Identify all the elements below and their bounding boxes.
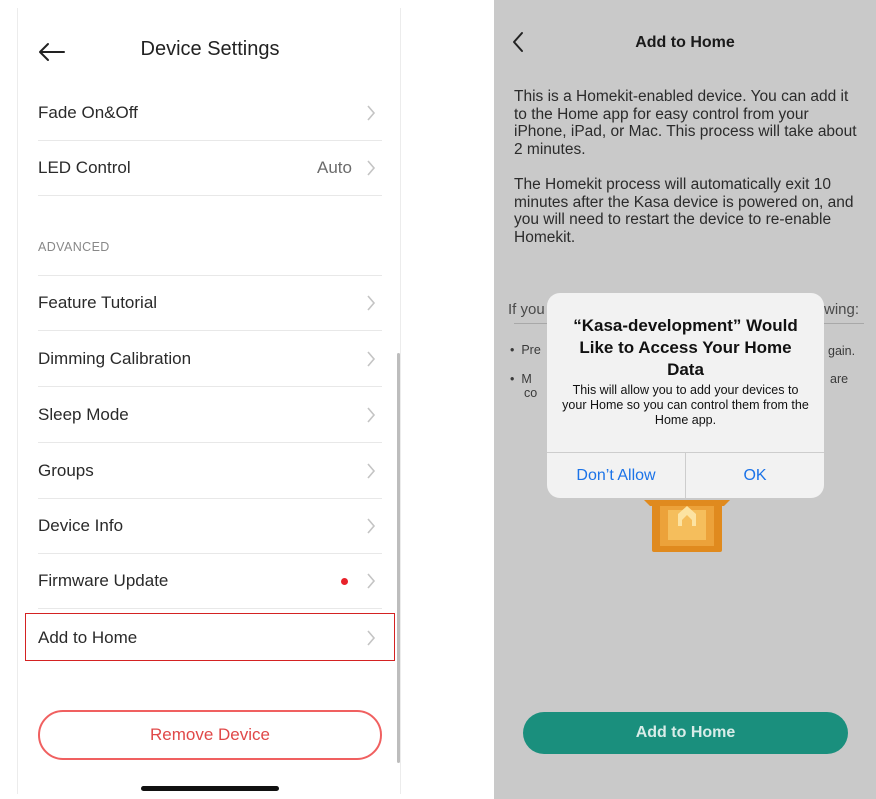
page-title: Device Settings <box>140 38 280 60</box>
row-label: Dimming Calibration <box>38 349 192 368</box>
settings-row-device-info[interactable]: Device Info <box>38 499 382 554</box>
section-header-advanced: ADVANCED <box>38 240 110 254</box>
intro-paragraph: This is a Homekit-enabled device. You ca… <box>514 88 857 158</box>
ok-button[interactable]: OK <box>686 453 824 498</box>
row-label: Groups <box>38 461 94 480</box>
partial-text-left: If you <box>508 301 545 318</box>
timeout-paragraph: The Homekit process will automatically e… <box>514 176 854 246</box>
bullet-2-left: • M <box>510 372 532 386</box>
settings-row-feature-tutorial[interactable]: Feature Tutorial <box>38 276 382 331</box>
bullet-2-left-cont: co <box>524 386 538 400</box>
settings-row-fade[interactable]: Fade On&Off <box>38 86 382 141</box>
partial-text-right: wing: <box>824 301 860 318</box>
home-indicator <box>141 786 279 791</box>
bullet-1-left: • Pre <box>510 343 541 357</box>
chevron-right-icon <box>367 351 376 367</box>
remove-device-button[interactable]: Remove Device <box>38 710 382 760</box>
row-label: Add to Home <box>38 627 138 647</box>
alert-title: “Kasa-development” Would Like to Access … <box>573 316 798 379</box>
settings-row-groups[interactable]: Groups <box>38 444 382 499</box>
scrollbar[interactable] <box>397 353 400 763</box>
chevron-right-icon <box>367 160 376 176</box>
settings-row-sleep-mode[interactable]: Sleep Mode <box>38 388 382 443</box>
chevron-right-icon <box>367 573 376 589</box>
row-label: Sleep Mode <box>38 405 129 424</box>
update-badge-dot <box>341 577 348 585</box>
settings-row-dimming-calibration[interactable]: Dimming Calibration <box>38 332 382 387</box>
add-to-home-screen: Add to Home This is a Homekit-enabled de… <box>494 0 876 799</box>
chevron-right-icon <box>367 407 376 423</box>
settings-row-add-to-home[interactable]: Add to Home <box>38 610 382 665</box>
settings-row-firmware-update[interactable]: Firmware Update <box>38 554 382 609</box>
row-value: Auto <box>317 158 352 177</box>
row-label: Fade On&Off <box>38 103 138 122</box>
settings-row-led[interactable]: LED Control Auto <box>38 141 382 196</box>
chevron-right-icon <box>367 463 376 479</box>
bullet-1-right: gain. <box>828 344 856 358</box>
chevron-right-icon <box>367 629 376 646</box>
bullet-2-right: are <box>830 372 849 386</box>
alert-message: This will allow you to add your devices … <box>562 383 809 427</box>
chevron-right-icon <box>367 295 376 311</box>
row-label: Firmware Update <box>38 571 169 590</box>
row-label: Feature Tutorial <box>38 293 158 312</box>
row-label: Device Info <box>38 516 124 535</box>
row-label: LED Control <box>38 158 131 177</box>
device-settings-screen: Device Settings Fade On&Off LED Control … <box>17 8 401 794</box>
chevron-right-icon <box>367 518 376 534</box>
page-title: Add to Home <box>635 34 735 51</box>
permission-alert: “Kasa-development” Would Like to Access … <box>547 293 824 498</box>
dont-allow-button[interactable]: Don’t Allow <box>547 453 685 498</box>
chevron-right-icon <box>367 105 376 121</box>
add-to-home-button[interactable]: Add to Home <box>523 712 848 754</box>
